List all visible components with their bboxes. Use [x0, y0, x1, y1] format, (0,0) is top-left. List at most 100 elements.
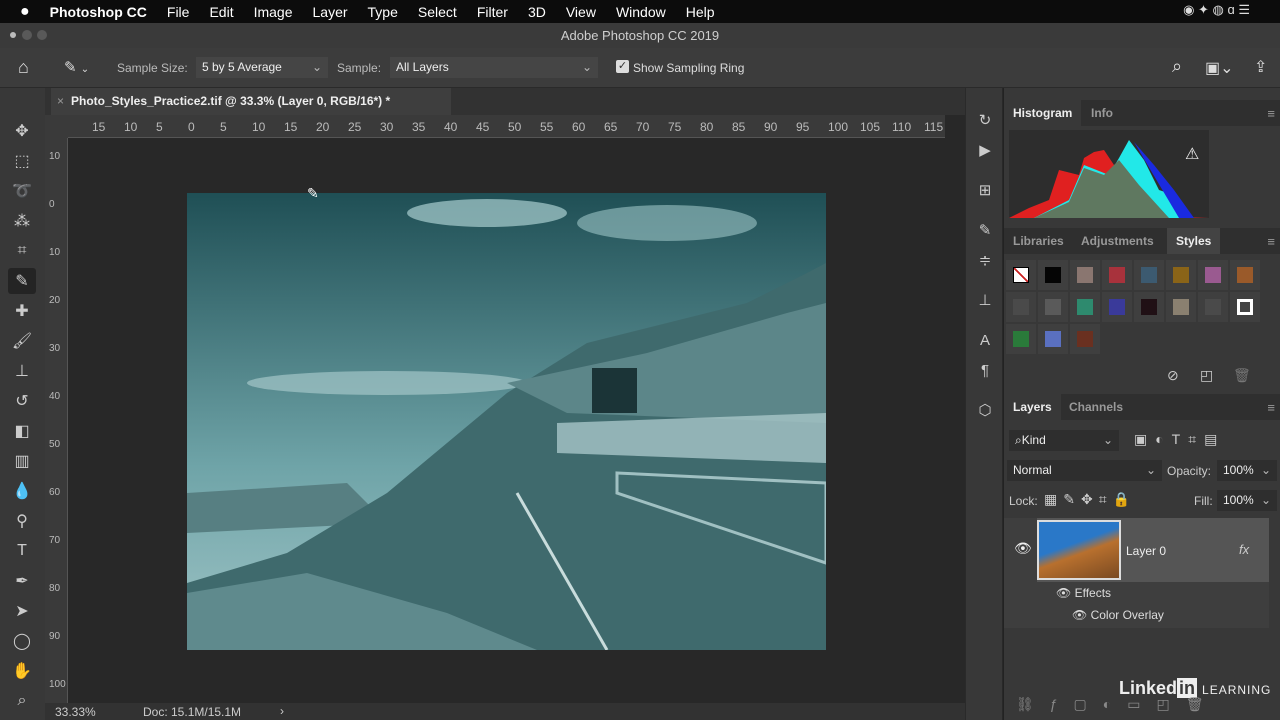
layer-thumbnail[interactable] — [1037, 520, 1121, 580]
horizontal-ruler[interactable]: 15 10 5 0 5 10 15 20 25 30 35 40 45 50 55 60 65 70 75 80 85 9… — [68, 115, 945, 138]
minimize-button[interactable] — [22, 30, 32, 40]
zoom-level[interactable]: 33.33% — [55, 705, 96, 719]
delete-style-icon[interactable]: 🗑 — [1233, 367, 1251, 384]
3d-icon[interactable]: ⬡ — [974, 400, 996, 422]
color-overlay-row[interactable]: 👁 Color Overlay — [1072, 608, 1164, 622]
menu-view[interactable]: View — [566, 4, 596, 20]
warning-icon[interactable]: ⚠ — [1185, 144, 1199, 164]
menu-window[interactable]: Window — [616, 4, 666, 20]
apple-icon[interactable]: ● — [20, 3, 30, 21]
zoom-window-button[interactable] — [37, 30, 47, 40]
magic-wand-icon[interactable]: ⁂ — [8, 208, 36, 234]
layer-name[interactable]: Layer 0 — [1126, 544, 1166, 558]
style-swatch[interactable] — [1166, 292, 1196, 322]
layer-filter-icons[interactable]: ▣◐T⌗▤ — [1134, 431, 1225, 448]
tab-histogram[interactable]: Histogram — [1004, 100, 1082, 126]
eraser-icon[interactable]: ◧ — [8, 418, 36, 444]
crop-icon[interactable]: ⌗ — [8, 238, 36, 264]
effects-row[interactable]: 👁 Effects — [1056, 586, 1111, 600]
layer-row[interactable]: 👁 Layer 0 fx 👁 Effects 👁 Color Overlay — [1004, 518, 1269, 628]
style-swatch[interactable] — [1230, 292, 1260, 322]
menu-type[interactable]: Type — [368, 4, 398, 20]
brush-icon[interactable]: 🖌 — [8, 328, 36, 354]
path-selection-icon[interactable]: ➤ — [8, 598, 36, 624]
style-swatch[interactable] — [1038, 260, 1068, 290]
zoom-icon[interactable]: ⌕ — [8, 688, 36, 714]
tab-layers[interactable]: Layers — [1004, 394, 1061, 420]
eyedropper-icon[interactable]: ✎ — [8, 268, 36, 294]
hand-icon[interactable]: ✋ — [8, 658, 36, 684]
pen-icon[interactable]: ✒ — [8, 568, 36, 594]
style-swatch[interactable] — [1166, 260, 1196, 290]
menu-image[interactable]: Image — [254, 4, 293, 20]
style-swatch[interactable] — [1038, 292, 1068, 322]
tab-info[interactable]: Info — [1082, 100, 1122, 126]
blend-mode-dropdown[interactable]: Normal ⌄ — [1007, 460, 1162, 481]
visibility-eye-icon[interactable]: 👁 — [1072, 608, 1091, 622]
dodge-icon[interactable]: ⚲ — [8, 508, 36, 534]
home-icon[interactable]: ⌂ — [18, 57, 29, 78]
tab-adjustments[interactable]: Adjustments — [1072, 228, 1163, 254]
style-swatch[interactable] — [1006, 292, 1036, 322]
menu-help[interactable]: Help — [686, 4, 715, 20]
style-swatch[interactable] — [1070, 292, 1100, 322]
fill-field[interactable]: 100% ⌄ — [1217, 490, 1277, 511]
style-swatch[interactable] — [1070, 260, 1100, 290]
paragraph-icon[interactable]: ¶ — [974, 360, 996, 382]
opacity-field[interactable]: 100% ⌄ — [1217, 460, 1277, 481]
style-swatch[interactable] — [1134, 292, 1164, 322]
healing-brush-icon[interactable]: ✚ — [8, 298, 36, 324]
document-image[interactable] — [187, 193, 826, 650]
gradient-icon[interactable]: ▥ — [8, 448, 36, 474]
style-swatch[interactable] — [1006, 260, 1036, 290]
style-swatch[interactable] — [1198, 260, 1228, 290]
panel-menu-icon[interactable]: ≡ — [1267, 400, 1275, 415]
lasso-icon[interactable]: ➰ — [8, 178, 36, 204]
menu-edit[interactable]: Edit — [209, 4, 233, 20]
adjust-icon[interactable]: ≑ — [974, 250, 996, 272]
menu-layer[interactable]: Layer — [313, 4, 348, 20]
character-icon[interactable]: A — [974, 330, 996, 352]
status-menu-arrow[interactable]: › — [280, 704, 284, 718]
tab-libraries[interactable]: Libraries — [1004, 228, 1073, 254]
app-menu[interactable]: Photoshop CC — [50, 4, 147, 20]
style-swatch[interactable] — [1134, 260, 1164, 290]
workspace-icon[interactable]: ▣⌄ — [1205, 58, 1234, 78]
marquee-icon[interactable]: ⬚ — [8, 148, 36, 174]
style-swatch[interactable] — [1006, 324, 1036, 354]
type-icon[interactable]: T — [8, 538, 36, 564]
show-sampling-ring-checkbox[interactable]: ✓ — [616, 60, 629, 73]
fx-icon[interactable]: fx — [1239, 542, 1249, 557]
menu-3d[interactable]: 3D — [528, 4, 546, 20]
menu-select[interactable]: Select — [418, 4, 457, 20]
new-style-icon[interactable]: ◰ — [1200, 367, 1213, 384]
close-tab-icon[interactable]: × — [57, 88, 64, 115]
actions-icon[interactable]: ▶ — [974, 140, 996, 162]
sample-size-dropdown[interactable]: 5 by 5 Average ⌄ — [196, 57, 328, 78]
close-window-button[interactable] — [10, 32, 16, 38]
move-icon[interactable]: ✥ — [8, 118, 36, 144]
style-swatch[interactable] — [1198, 292, 1228, 322]
properties-icon[interactable]: ⊞ — [974, 180, 996, 202]
style-swatch[interactable] — [1070, 324, 1100, 354]
search-icon[interactable]: ⌕ — [1172, 56, 1182, 77]
style-swatch[interactable] — [1038, 324, 1068, 354]
menu-filter[interactable]: Filter — [477, 4, 508, 20]
document-tab[interactable]: × Photo_Styles_Practice2.tif @ 33.3% (La… — [51, 88, 451, 115]
layer-filter-dropdown[interactable]: ⌕Kind ⌄ — [1009, 430, 1119, 451]
blur-icon[interactable]: 💧 — [8, 478, 36, 504]
lock-icons[interactable]: ▦✎✥⌗🔒 — [1044, 491, 1136, 508]
tab-channels[interactable]: Channels — [1060, 394, 1132, 420]
sample-dropdown[interactable]: All Layers ⌄ — [390, 57, 598, 78]
layer-footer-icons[interactable]: ⛓ƒ▢◐▭◰🗑 — [1016, 696, 1219, 713]
style-swatch[interactable] — [1102, 292, 1132, 322]
ellipse-icon[interactable]: ◯ — [8, 628, 36, 654]
menu-file[interactable]: File — [167, 4, 190, 20]
visibility-eye-icon[interactable]: 👁 — [1056, 586, 1075, 600]
clear-style-icon[interactable]: ⊘ — [1167, 367, 1179, 384]
tab-styles[interactable]: Styles — [1167, 228, 1221, 254]
brush-settings-icon[interactable]: ✎ — [974, 220, 996, 242]
panel-menu-icon[interactable]: ≡ — [1267, 106, 1275, 121]
history-brush-icon[interactable]: ↺ — [8, 388, 36, 414]
history-icon[interactable]: ↻ — [974, 110, 996, 132]
